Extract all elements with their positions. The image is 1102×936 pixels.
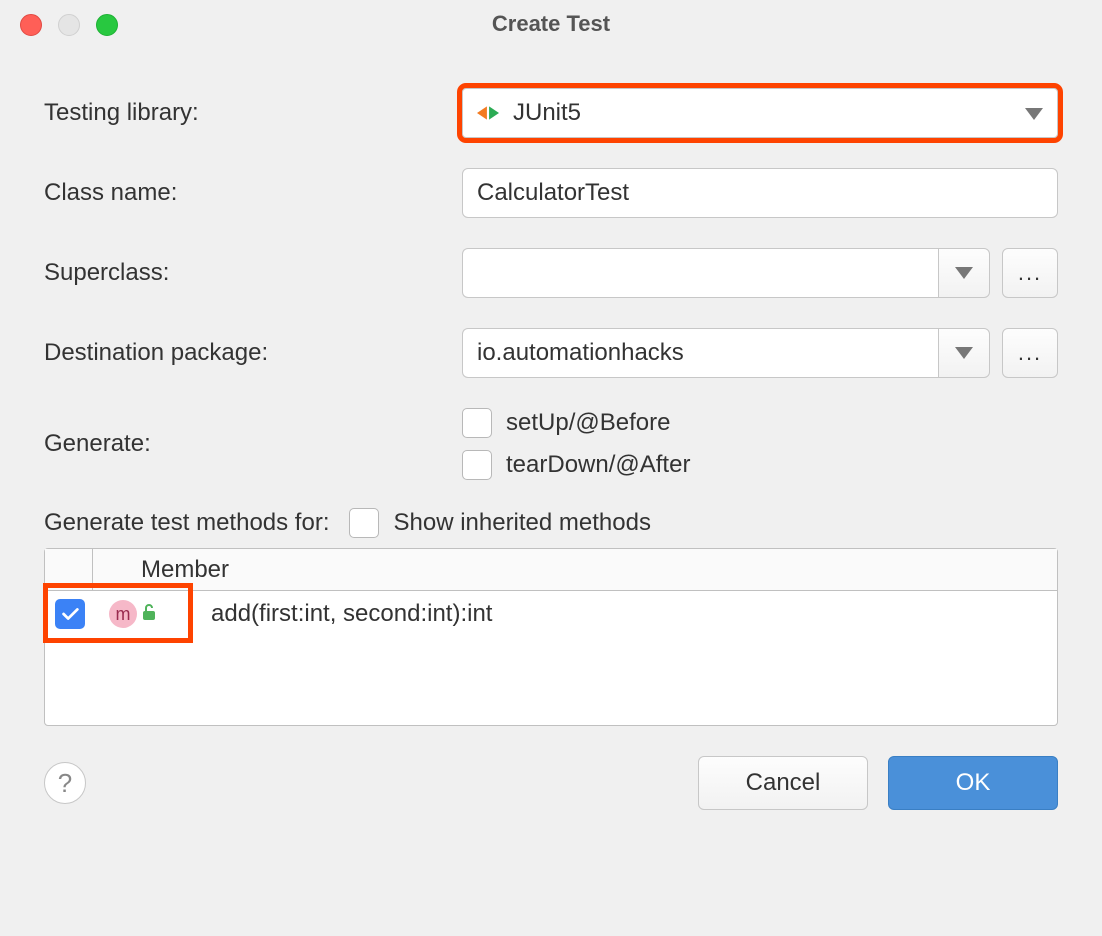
method-icon: m: [109, 600, 137, 628]
junit-icon: [477, 102, 499, 124]
show-inherited-checkbox[interactable]: [349, 508, 379, 538]
cancel-button[interactable]: Cancel: [698, 756, 868, 810]
member-check-column: [45, 549, 93, 590]
chevron-down-icon: [1025, 99, 1043, 127]
member-signature: add(first:int, second:int):int: [211, 600, 492, 628]
class-name-input[interactable]: [477, 179, 1043, 207]
setup-checkbox[interactable]: [462, 408, 492, 438]
chevron-down-icon[interactable]: [938, 248, 990, 298]
lock-open-icon: [141, 600, 157, 628]
teardown-checkbox[interactable]: [462, 450, 492, 480]
members-table: Member m add(first:int, second:int):int: [44, 548, 1058, 726]
table-row[interactable]: m add(first:int, second:int):int: [45, 591, 1057, 637]
browse-destination-button[interactable]: ...: [1002, 328, 1058, 378]
class-name-label: Class name:: [44, 179, 462, 207]
chevron-down-icon[interactable]: [938, 328, 990, 378]
destination-package-combo[interactable]: io.automationhacks: [462, 328, 990, 378]
close-window-icon[interactable]: [20, 14, 42, 36]
testing-library-label: Testing library:: [44, 99, 462, 127]
help-button[interactable]: ?: [44, 762, 86, 804]
minimize-window-icon: [58, 14, 80, 36]
window-controls: [20, 14, 118, 36]
testing-library-value: JUnit5: [513, 99, 581, 127]
member-column-header: Member: [93, 556, 229, 584]
browse-superclass-button[interactable]: ...: [1002, 248, 1058, 298]
destination-package-value: io.automationhacks: [477, 339, 684, 367]
setup-label: setUp/@Before: [506, 409, 670, 437]
class-name-field[interactable]: [462, 168, 1058, 218]
dialog-footer: ? Cancel OK: [0, 726, 1102, 842]
show-inherited-label: Show inherited methods: [393, 509, 650, 537]
maximize-window-icon[interactable]: [96, 14, 118, 36]
member-checkbox[interactable]: [55, 599, 85, 629]
titlebar: Create Test: [0, 0, 1102, 48]
ok-button[interactable]: OK: [888, 756, 1058, 810]
dialog-content: Testing library: JUnit5 Class name:: [0, 48, 1102, 726]
generate-label: Generate:: [44, 430, 462, 458]
superclass-combo[interactable]: [462, 248, 990, 298]
testing-library-combo[interactable]: JUnit5: [462, 88, 1058, 138]
teardown-label: tearDown/@After: [506, 451, 690, 479]
destination-package-label: Destination package:: [44, 339, 462, 367]
superclass-label: Superclass:: [44, 259, 462, 287]
window-title: Create Test: [492, 11, 610, 37]
check-icon: [59, 603, 81, 625]
generate-methods-label: Generate test methods for:: [44, 509, 329, 537]
